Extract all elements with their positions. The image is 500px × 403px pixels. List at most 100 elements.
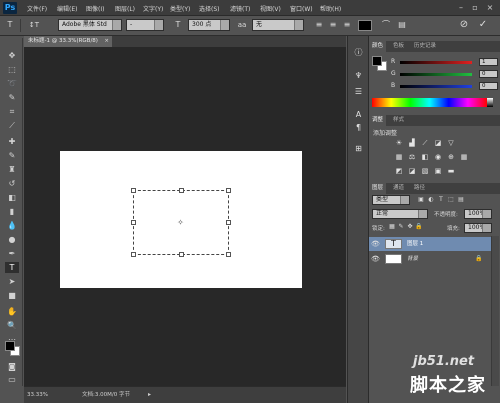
warp-text-icon[interactable]: ⌒ — [380, 19, 392, 31]
layer-name[interactable]: 图层 1 — [407, 239, 423, 249]
black-white-icon[interactable]: ◧ — [420, 153, 430, 162]
vibrance-icon[interactable]: ▽ — [446, 139, 456, 148]
brightness-icon[interactable]: ☀ — [394, 139, 404, 148]
channel-mixer-icon[interactable]: ⊕ — [446, 153, 456, 162]
font-family-dropdown[interactable]: Adobe 黑体 Std — [58, 19, 122, 31]
rectangle-tool-icon[interactable]: ■ — [5, 290, 19, 301]
color-spectrum[interactable] — [372, 98, 487, 107]
eyedropper-tool-icon[interactable]: ⟋ — [5, 120, 19, 131]
filter-pixel-icon[interactable]: ▣ — [417, 196, 425, 204]
type-tool-icon[interactable]: T — [4, 19, 16, 31]
align-left-icon[interactable]: ≡ — [313, 19, 325, 31]
quick-select-tool-icon[interactable]: ✎ — [5, 92, 19, 103]
photo-filter-icon[interactable]: ◉ — [433, 153, 443, 162]
levels-icon[interactable]: ▟ — [407, 139, 417, 148]
zoom-tool-icon[interactable]: 🔍 — [5, 320, 19, 331]
curves-icon[interactable]: ⟋ — [420, 139, 430, 148]
dodge-tool-icon[interactable]: ● — [5, 234, 19, 245]
resize-handle[interactable] — [226, 220, 231, 225]
text-orientation-icon[interactable]: ↕T — [25, 19, 43, 31]
tab-adjustments[interactable]: 调整 — [369, 115, 387, 126]
blue-track[interactable] — [400, 85, 472, 88]
blue-value-field[interactable]: 0 — [479, 82, 498, 90]
opacity-field[interactable]: 100% — [464, 209, 492, 219]
menu-filter[interactable]: 滤镜(T) — [230, 4, 250, 13]
layer-filter-dropdown[interactable]: 类型 — [372, 195, 410, 205]
gradient-tool-icon[interactable]: ▮ — [5, 206, 19, 217]
minimize-icon[interactable]: – — [456, 3, 466, 12]
align-center-icon[interactable]: ≡ — [327, 19, 339, 31]
foreground-color-swatch[interactable] — [372, 56, 382, 66]
tab-styles[interactable]: 样式 — [390, 115, 407, 126]
tab-paths[interactable]: 路径 — [411, 183, 428, 194]
resize-handle[interactable] — [179, 188, 184, 193]
menu-view[interactable]: 视图(V) — [260, 4, 281, 13]
resize-handle[interactable] — [131, 220, 136, 225]
resize-handle[interactable] — [131, 188, 136, 193]
threshold-icon[interactable]: ▧ — [420, 167, 430, 176]
hue-saturation-icon[interactable]: ▦ — [394, 153, 404, 162]
resize-handle[interactable] — [226, 252, 231, 257]
color-lookup-icon[interactable]: ▦ — [459, 153, 469, 162]
info-panel-icon[interactable]: ⓘ — [352, 47, 365, 58]
grayscale-ramp[interactable] — [487, 98, 493, 107]
layer-row-text[interactable]: 👁 T 图层 1 — [369, 237, 491, 251]
filter-adjustment-icon[interactable]: ◐ — [427, 196, 435, 204]
foreground-color-swatch[interactable] — [5, 341, 15, 351]
clone-source-icon[interactable]: ⊞ — [352, 143, 365, 154]
lock-pixels-icon[interactable]: ✎ — [397, 223, 405, 231]
lasso-tool-icon[interactable]: ➰ — [5, 78, 19, 89]
menu-edit[interactable]: 编辑(E) — [57, 4, 77, 13]
red-value-field[interactable]: 1 — [479, 58, 498, 66]
layer-name[interactable]: 背景 — [407, 254, 418, 264]
menu-select[interactable]: 选择(S) — [199, 4, 220, 13]
restore-icon[interactable]: ▫ — [470, 3, 480, 12]
crop-tool-icon[interactable]: ⌗ — [5, 106, 19, 117]
filter-type-icon[interactable]: T — [437, 196, 445, 204]
close-tab-icon[interactable]: × — [104, 36, 109, 47]
menu-file[interactable]: 文件(F) — [27, 4, 47, 13]
font-size-dropdown[interactable]: 300 点 — [188, 19, 230, 31]
posterize-icon[interactable]: ◪ — [407, 167, 417, 176]
red-slider[interactable]: R 1 — [391, 58, 499, 66]
tab-swatches[interactable]: 色板 — [390, 41, 407, 52]
red-track[interactable] — [400, 61, 472, 64]
selective-color-icon[interactable]: ▣ — [433, 167, 443, 176]
menu-image[interactable]: 图像(I) — [86, 4, 104, 13]
clone-stamp-tool-icon[interactable]: ♜ — [5, 164, 19, 175]
paragraph-panel-icon[interactable]: ¶ — [352, 122, 365, 133]
commit-icon[interactable]: ✓ — [477, 19, 489, 31]
menu-text[interactable]: 文字(Y) — [143, 4, 163, 13]
close-window-icon[interactable]: × — [485, 3, 495, 12]
zoom-level[interactable]: 33.33% — [27, 387, 48, 403]
healing-brush-tool-icon[interactable]: ✚ — [5, 136, 19, 147]
status-menu-icon[interactable]: ▸ — [148, 387, 151, 403]
document-tab[interactable]: 未标题-1 @ 33.3%(RGB/8) × — [24, 36, 112, 47]
invert-icon[interactable]: ◩ — [394, 167, 404, 176]
font-style-dropdown[interactable]: - — [126, 19, 164, 31]
quick-mask-icon[interactable]: ◙ — [5, 361, 19, 372]
resize-handle[interactable] — [226, 188, 231, 193]
lock-all-icon[interactable]: 🔒 — [415, 223, 423, 231]
blur-tool-icon[interactable]: 💧 — [5, 220, 19, 231]
layers-scrollbar[interactable] — [491, 236, 499, 386]
pen-tool-icon[interactable]: ✒ — [5, 248, 19, 259]
tab-history[interactable]: 历史记录 — [411, 41, 439, 52]
menu-help[interactable]: 帮助(H) — [320, 4, 341, 13]
cancel-icon[interactable]: ⊘ — [458, 19, 470, 31]
align-right-icon[interactable]: ≡ — [341, 19, 353, 31]
history-brush-tool-icon[interactable]: ↺ — [5, 178, 19, 189]
resize-handle[interactable] — [131, 252, 136, 257]
filter-smart-object-icon[interactable]: ▤ — [457, 196, 465, 204]
blue-slider[interactable]: B 0 — [391, 82, 499, 90]
tab-channels[interactable]: 通道 — [390, 183, 407, 194]
tab-layers[interactable]: 图层 — [369, 183, 387, 194]
menu-window[interactable]: 窗口(W) — [290, 4, 313, 13]
hand-tool-icon[interactable]: ✋ — [5, 306, 19, 317]
lock-transparent-icon[interactable]: ▦ — [388, 223, 396, 231]
brush-tool-icon[interactable]: ✎ — [5, 150, 19, 161]
gradient-map-icon[interactable]: ▬ — [446, 167, 456, 176]
blend-mode-dropdown[interactable]: 正常 — [372, 209, 428, 219]
antialias-dropdown[interactable]: 无 — [252, 19, 304, 31]
move-tool-icon[interactable]: ✥ — [5, 50, 19, 61]
